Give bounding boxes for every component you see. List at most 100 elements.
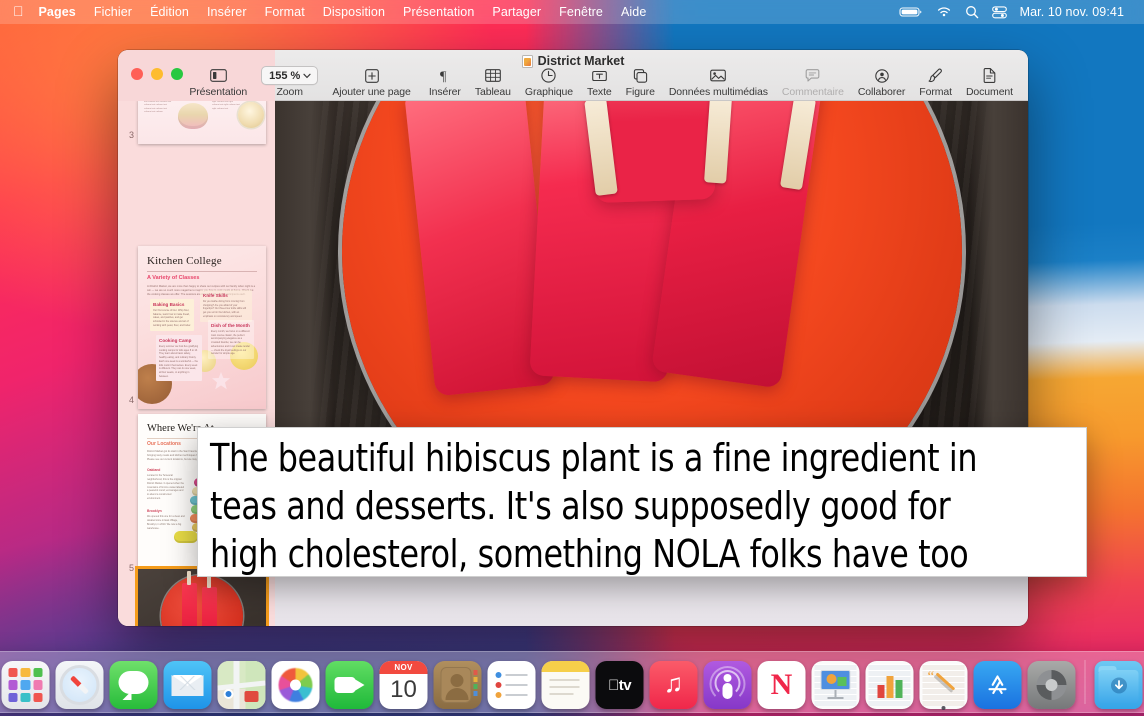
dock-item-appletv[interactable]: tv [593, 655, 647, 709]
toolbar-comment-button[interactable]: Commentaire [775, 67, 851, 98]
table-icon [485, 67, 501, 84]
dock-item-keynote[interactable] [809, 655, 863, 709]
thumbnail-4-subtitle: A Variety of Classes [147, 275, 200, 281]
dock-item-maps[interactable] [215, 655, 269, 709]
menu-item-presentation[interactable]: Présentation [394, 0, 483, 24]
thumbnail-3-text-left: text column text column text column text… [144, 101, 172, 113]
window-titlebar: District Market Présentation 155 % Zoom … [118, 50, 1028, 101]
thumbnail-3-dessert-illustration [238, 102, 264, 128]
dock-item-calendar[interactable]: NOV 10 [377, 655, 431, 709]
toolbar-text-button[interactable]: Texte [580, 67, 619, 98]
thumbnail-5-macaron-7 [174, 531, 198, 543]
reminders-icon [487, 661, 536, 709]
zoom-overlay-line-1: The beautiful hibiscus plant is a fine i… [210, 436, 978, 480]
control-center-icon[interactable] [991, 5, 1007, 19]
menu-item-fichier[interactable]: Fichier [85, 0, 141, 24]
menu-item-inserer[interactable]: Insérer [198, 0, 256, 24]
page-thumbnail-6[interactable]: Hibiscus The beautiful hibiscus plant is… [138, 569, 266, 626]
thumbnail-row-6[interactable]: 6 Hibiscus The beautiful hibiscus plant … [118, 569, 275, 626]
document-icon [983, 67, 996, 84]
menu-item-edition[interactable]: Édition [141, 0, 198, 24]
thumbnail-5-loc-brooklyn-city: Brooklyn [147, 509, 162, 513]
thumbnail-4-card-dish-body: Every month, we focus on a different mai… [211, 330, 250, 356]
zoom-overlay-line-3: high cholesterol, something NOLA folks h… [210, 532, 969, 576]
menu-item-fenetre[interactable]: Fenêtre [550, 0, 612, 24]
menu-item-disposition[interactable]: Disposition [314, 0, 394, 24]
wifi-icon[interactable] [936, 6, 952, 18]
dock-item-contacts[interactable] [431, 655, 485, 709]
page-thumbnail-4[interactable]: Kitchen College A Variety of Classes At … [138, 246, 266, 409]
dock-item-notes[interactable] [539, 655, 593, 709]
page-thumbnail-3[interactable]: text column text column text column text… [138, 101, 266, 144]
toolbar-view-button[interactable]: Présentation [182, 67, 254, 98]
dock-item-numbers[interactable] [863, 655, 917, 709]
thumbnail-row-3[interactable]: 3 text column text column text column te… [118, 101, 275, 144]
paintbrush-icon [928, 67, 943, 84]
dock-item-messages[interactable] [107, 655, 161, 709]
toolbar-view-label: Présentation [189, 86, 248, 98]
chart-icon [541, 67, 557, 84]
dock-item-launchpad[interactable] [0, 655, 53, 709]
toolbar-comment-label: Commentaire [781, 86, 844, 98]
toolbar-add-page-label: Ajouter une page [332, 86, 411, 98]
dock-item-downloads[interactable] [1092, 655, 1144, 709]
notes-icon [541, 661, 590, 709]
toolbar-chart-button[interactable]: Graphique [518, 67, 580, 98]
pages-toolbar: Présentation 155 % Zoom Ajouter une page… [118, 66, 1028, 99]
dock-item-appstore[interactable] [971, 655, 1025, 709]
search-icon[interactable] [965, 5, 979, 19]
toolbar-add-page-button[interactable]: Ajouter une page [325, 67, 417, 98]
battery-icon[interactable] [899, 6, 923, 18]
menu-item-aide[interactable]: Aide [612, 0, 655, 24]
dock-item-news[interactable]: N [755, 655, 809, 709]
zoom-overlay-line-2: teas and desserts. It's also supposedly … [210, 484, 951, 528]
document-hero-photo[interactable] [275, 101, 1028, 561]
toolbar-format-label: Format [919, 86, 952, 98]
thumbnail-4-title: Kitchen College [147, 255, 222, 267]
menu-item-pages[interactable]: Pages [36, 0, 85, 24]
news-icon: N [757, 661, 806, 709]
thumbnail-4-card-dish: Dish of the Month Every month, we focus … [208, 320, 254, 360]
dock-item-reminders[interactable] [485, 655, 539, 709]
thumbnail-6-popsicle-2 [202, 587, 217, 626]
thumbnail-4-decor-cookie-cutter [212, 372, 230, 390]
dock-item-safari[interactable] [53, 655, 107, 709]
menu-bar-clock[interactable]: Mar. 10 nov. 09:41 [1020, 5, 1124, 19]
menu-item-format[interactable]: Format [256, 0, 314, 24]
thumbnail-3-bowl-illustration [178, 103, 208, 129]
dock-item-mail[interactable] [161, 655, 215, 709]
toolbar-format-button[interactable]: Format [912, 67, 959, 98]
toolbar-table-button[interactable]: Tableau [468, 67, 518, 98]
appstore-icon [973, 661, 1022, 709]
dock-item-podcasts[interactable] [701, 655, 755, 709]
calendar-icon: NOV 10 [379, 661, 428, 709]
dock-item-photos[interactable] [269, 655, 323, 709]
thumbnail-row-4[interactable]: 4 Kitchen College A Variety of Classes A… [118, 246, 275, 409]
launchpad-icon [1, 661, 50, 709]
zoom-value-box[interactable]: 155 % [261, 66, 319, 85]
dock[interactable]: NOV 10 tv ♫ N “ [0, 651, 1144, 713]
desktop:  Pages Fichier Édition Insérer Format D… [0, 0, 1144, 716]
dock-item-pages[interactable]: “ [917, 655, 971, 710]
media-icon [710, 67, 727, 84]
dock-item-facetime[interactable] [323, 655, 377, 709]
toolbar-insert-button[interactable]: ¶ Insérer [422, 67, 468, 99]
toolbar-collaborate-button[interactable]: Collaborer [851, 67, 912, 98]
toolbar-document-button[interactable]: Document [959, 67, 1020, 98]
dock-item-systempreferences[interactable] [1025, 655, 1079, 709]
toolbar-zoom-control[interactable]: 155 % Zoom [254, 66, 325, 98]
dock-divider [1084, 660, 1086, 704]
thumbnail-6-popsicle-1 [182, 583, 197, 626]
dock-item-music[interactable]: ♫ [647, 655, 701, 709]
contacts-icon [433, 661, 482, 709]
chevron-down-icon [303, 73, 311, 78]
apple-logo-icon[interactable]:  [0, 4, 36, 18]
text-box-icon [591, 67, 607, 84]
collaborate-icon [874, 67, 890, 84]
toolbar-shape-button[interactable]: Figure [619, 67, 662, 98]
menu-item-partager[interactable]: Partager [483, 0, 550, 24]
toolbar-media-button[interactable]: Données multimédias [662, 67, 775, 98]
safari-icon [55, 661, 104, 709]
thumbnail-4-rule [147, 271, 257, 272]
mail-icon [163, 661, 212, 709]
